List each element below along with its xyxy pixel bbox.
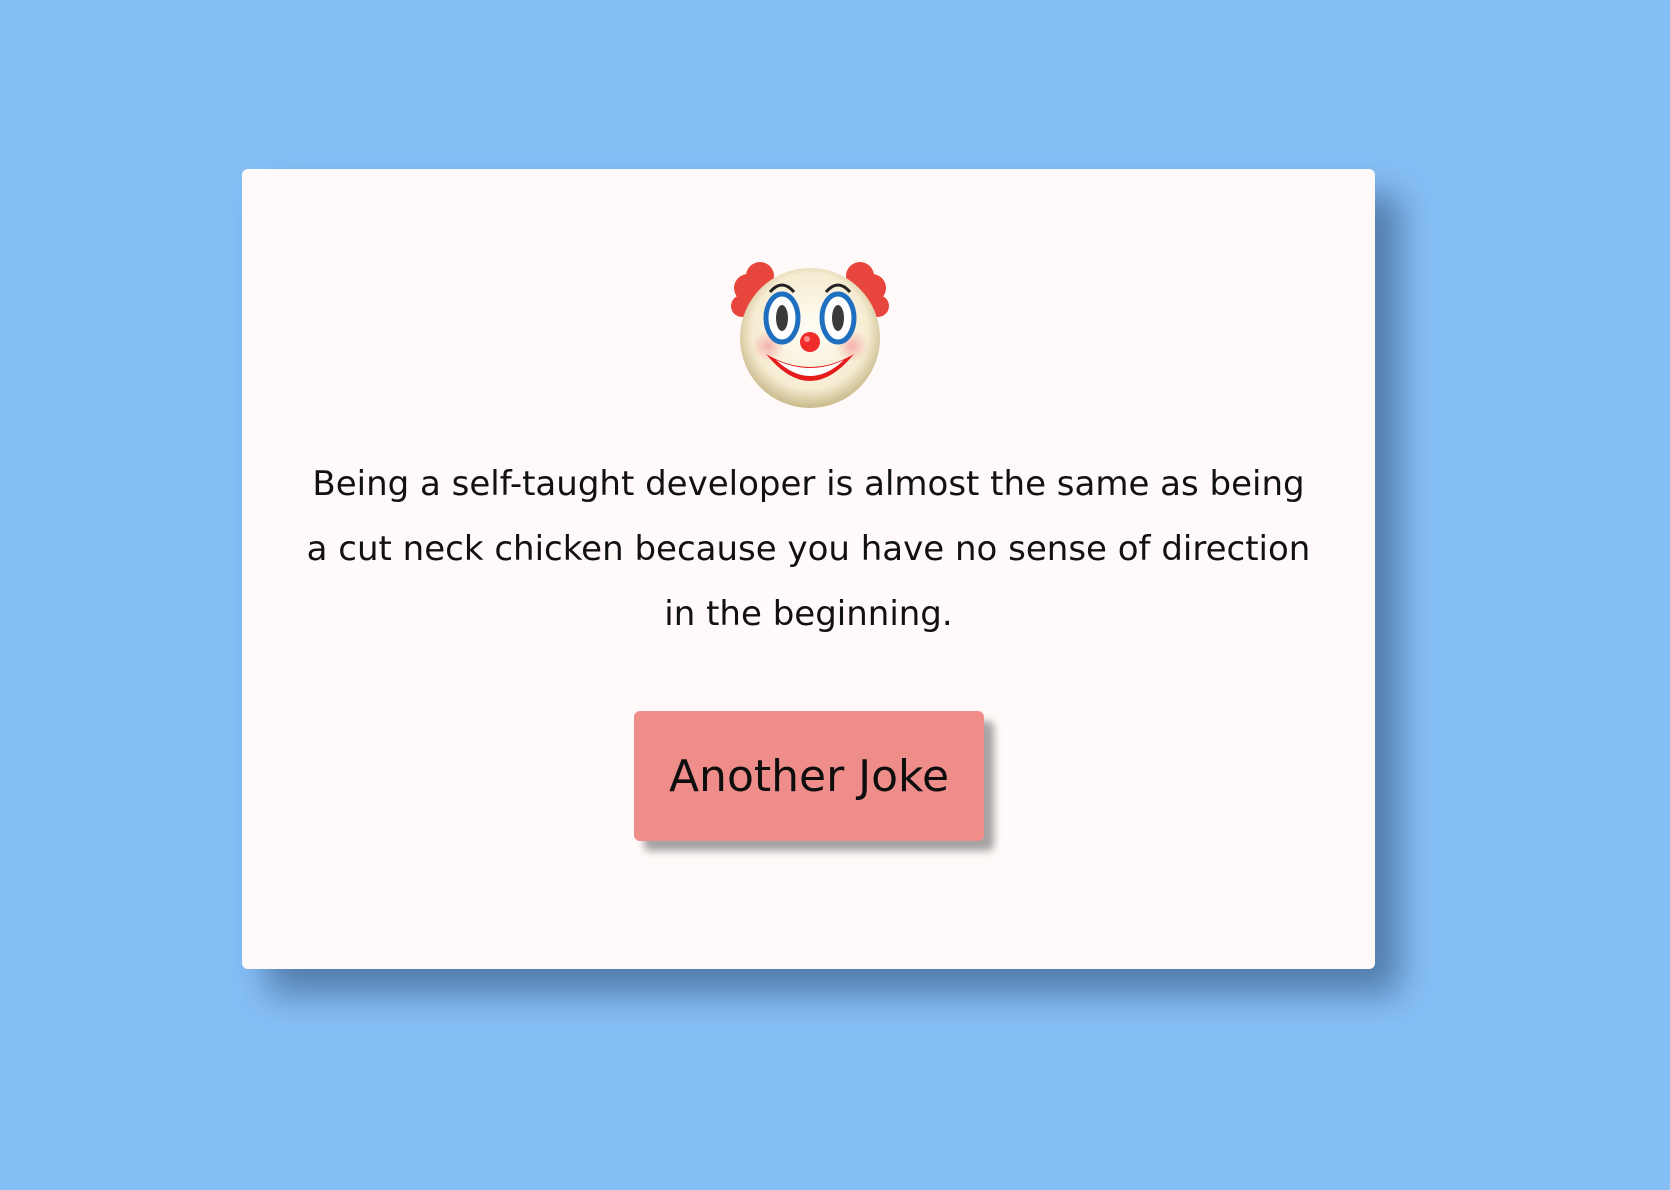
joke-text: Being a self-taught developer is almost …	[306, 464, 1311, 634]
joke-card: Being a self-taught developer is almost …	[242, 169, 1375, 969]
another-joke-button[interactable]: Another Joke	[634, 711, 984, 841]
clown-face-icon	[730, 258, 890, 410]
